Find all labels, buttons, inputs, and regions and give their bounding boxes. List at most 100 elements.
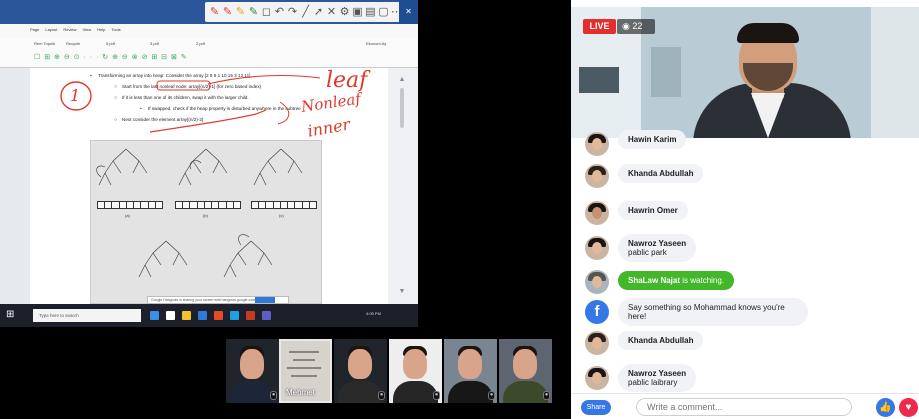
participant-tile[interactable]: ●	[499, 339, 552, 403]
red-pen-icon[interactable]: ✎	[209, 5, 220, 19]
ribbon-menu: Page Layout Review View Help Tools	[0, 24, 418, 38]
comment-author[interactable]: ShaLaw Najat	[628, 276, 680, 285]
love-reaction-button[interactable]: ♥	[899, 398, 918, 417]
facebook-logo-icon: f	[585, 300, 609, 324]
comment-bubble: Hawin Karim	[618, 130, 687, 149]
avatar[interactable]	[585, 132, 609, 156]
close-icon[interactable]: ✕	[399, 0, 418, 24]
eraser-icon[interactable]: ◻	[261, 5, 272, 19]
viewer-count-badge: ◉ 22	[617, 19, 655, 34]
figure-label: (a)	[125, 213, 130, 218]
comment-bubble: Khanda Abdullah	[618, 331, 704, 350]
scroll-up-icon[interactable]: ▲	[397, 76, 407, 84]
mic-icon: ●	[270, 391, 277, 400]
ribbon-icon-row[interactable]: ☐ ⊞ ⊕ ⊖ ⊙ · · · ↻ ⊕ ⊖ ⊗ ⊘ ⊞ ⊟ ⊠ ✎	[34, 53, 188, 61]
taskview-icon[interactable]	[150, 311, 159, 320]
app-icon[interactable]	[262, 311, 271, 320]
doc-tab[interactable]: Ekonom Aş	[366, 41, 386, 49]
page-icon[interactable]: ▢	[378, 5, 389, 19]
comment-author[interactable]: Nawroz Yaseen	[628, 239, 686, 248]
taskbar-search-input[interactable]: Type here to search	[33, 309, 141, 322]
doc-tab[interactable]: 5.pdf	[106, 41, 115, 49]
doc-tab[interactable]: 2.pdf	[196, 41, 205, 49]
ribbon-tab-tools[interactable]: Tools	[111, 27, 120, 35]
scroll-down-icon[interactable]: ▼	[397, 288, 407, 296]
undo-icon[interactable]: ↶	[274, 5, 285, 19]
line-icon[interactable]: ╱	[300, 5, 311, 19]
avatar[interactable]	[585, 331, 609, 355]
app-icon[interactable]	[214, 311, 223, 320]
avatar[interactable]	[585, 270, 609, 294]
red-pen-icon[interactable]: ✎	[222, 5, 233, 19]
thumbnail-sidebar[interactable]	[0, 68, 30, 304]
redo-icon[interactable]: ↷	[287, 5, 298, 19]
participant-body	[338, 381, 383, 403]
share-button[interactable]: Share	[581, 400, 611, 415]
avatar[interactable]	[585, 366, 609, 390]
clear-icon[interactable]: ✕	[326, 5, 337, 19]
mic-icon: ●	[488, 391, 495, 400]
comment-feed[interactable]: Hawin Karim Khanda Abdullah Hawrin Omer …	[571, 130, 919, 393]
ink-box	[156, 80, 211, 91]
participant-tile[interactable]: ●	[334, 339, 387, 403]
array-box	[251, 201, 317, 209]
sketch-line	[291, 375, 317, 377]
participant-body	[393, 381, 438, 403]
taskbar-clock[interactable]: 4:05 PM	[366, 311, 381, 316]
green-pen-icon[interactable]: ✎	[248, 5, 259, 19]
avatar[interactable]	[585, 164, 609, 188]
participant-tile[interactable]: ●	[226, 339, 279, 403]
pdf-app-icon[interactable]	[246, 311, 255, 320]
mic-icon: ●	[378, 391, 385, 400]
doc-tab[interactable]: Rem Topolk	[34, 41, 55, 49]
comment-input[interactable]	[636, 398, 852, 416]
live-video[interactable]: LIVE ◉ 22	[571, 7, 919, 138]
array-box	[97, 201, 163, 209]
ribbon-tab-review[interactable]: Review	[63, 27, 76, 35]
ink-curve	[277, 101, 290, 125]
participant-face	[513, 349, 537, 379]
edge-icon[interactable]	[198, 311, 207, 320]
windows-start-icon[interactable]: ⊞	[6, 310, 16, 320]
ribbon-tab-help[interactable]: Help	[97, 27, 105, 35]
participant-tile[interactable]: ●	[389, 339, 442, 403]
settings-icon[interactable]: ⚙	[339, 5, 350, 19]
ink-toolbar[interactable]: ✎ ✎ ✎ ✎ ◻ ↶ ↷ ╱ ➚ ✕ ⚙ ▣ ▤ ▢ ⋯	[205, 2, 410, 22]
scroll-thumb[interactable]	[400, 88, 404, 128]
heap-tree-figure: (a) (b) (c)	[90, 140, 322, 304]
ink-arrow	[207, 75, 321, 85]
avatar[interactable]	[585, 201, 609, 225]
doc-tab[interactable]: 3.pdf	[150, 41, 159, 49]
comment-author[interactable]: Khanda Abdullah	[628, 169, 693, 178]
mic-icon: ●	[543, 391, 550, 400]
vertical-scrollbar[interactable]: ▲ ▼	[388, 68, 418, 304]
folder-icon[interactable]	[182, 311, 191, 320]
comment-author[interactable]: Hawrin Omer	[628, 206, 678, 215]
participant-tile[interactable]: ●	[444, 339, 497, 403]
ribbon-tab-view[interactable]: View	[82, 27, 91, 35]
window-titlebar: ✎ ✎ ✎ ✎ ◻ ↶ ↷ ╱ ➚ ✕ ⚙ ▣ ▤ ▢ ⋯ ✕	[0, 0, 418, 24]
avatar[interactable]	[585, 236, 609, 260]
file-explorer-icon[interactable]	[166, 311, 175, 320]
highlighter-icon[interactable]: ✎	[235, 5, 246, 19]
watching-notice: ShaLaw Najat is watching.	[618, 271, 735, 290]
comment-author[interactable]: Nawroz Yaseen	[628, 369, 686, 378]
participant-tile-mehmet[interactable]: Mehmet	[279, 339, 332, 403]
doc-tab[interactable]: Recycle	[66, 41, 80, 49]
comment-composer: Share 👍 ♥	[571, 393, 919, 419]
like-reaction-button[interactable]: 👍	[876, 398, 895, 417]
stop-sharing-button[interactable]	[255, 297, 275, 303]
host-hair	[737, 23, 799, 43]
heart-icon: ♥	[905, 402, 912, 413]
capture-icon[interactable]: ▣	[352, 5, 363, 19]
shared-screen: ✎ ✎ ✎ ✎ ◻ ↶ ↷ ╱ ➚ ✕ ⚙ ▣ ▤ ▢ ⋯ ✕ Page Lay…	[0, 0, 418, 327]
figure-label: (b)	[203, 213, 208, 218]
comment-author[interactable]: Khanda Abdullah	[628, 336, 693, 345]
cursor-icon[interactable]: ➚	[313, 5, 324, 19]
save-icon[interactable]: ▤	[365, 5, 376, 19]
participant-name: Mehmet	[286, 388, 315, 397]
app-icon[interactable]	[230, 311, 239, 320]
comment-author[interactable]: Hawin Karim	[628, 135, 676, 144]
ribbon-tab-layout[interactable]: Layout	[45, 27, 57, 35]
ribbon-tab-page[interactable]: Page	[30, 27, 39, 35]
